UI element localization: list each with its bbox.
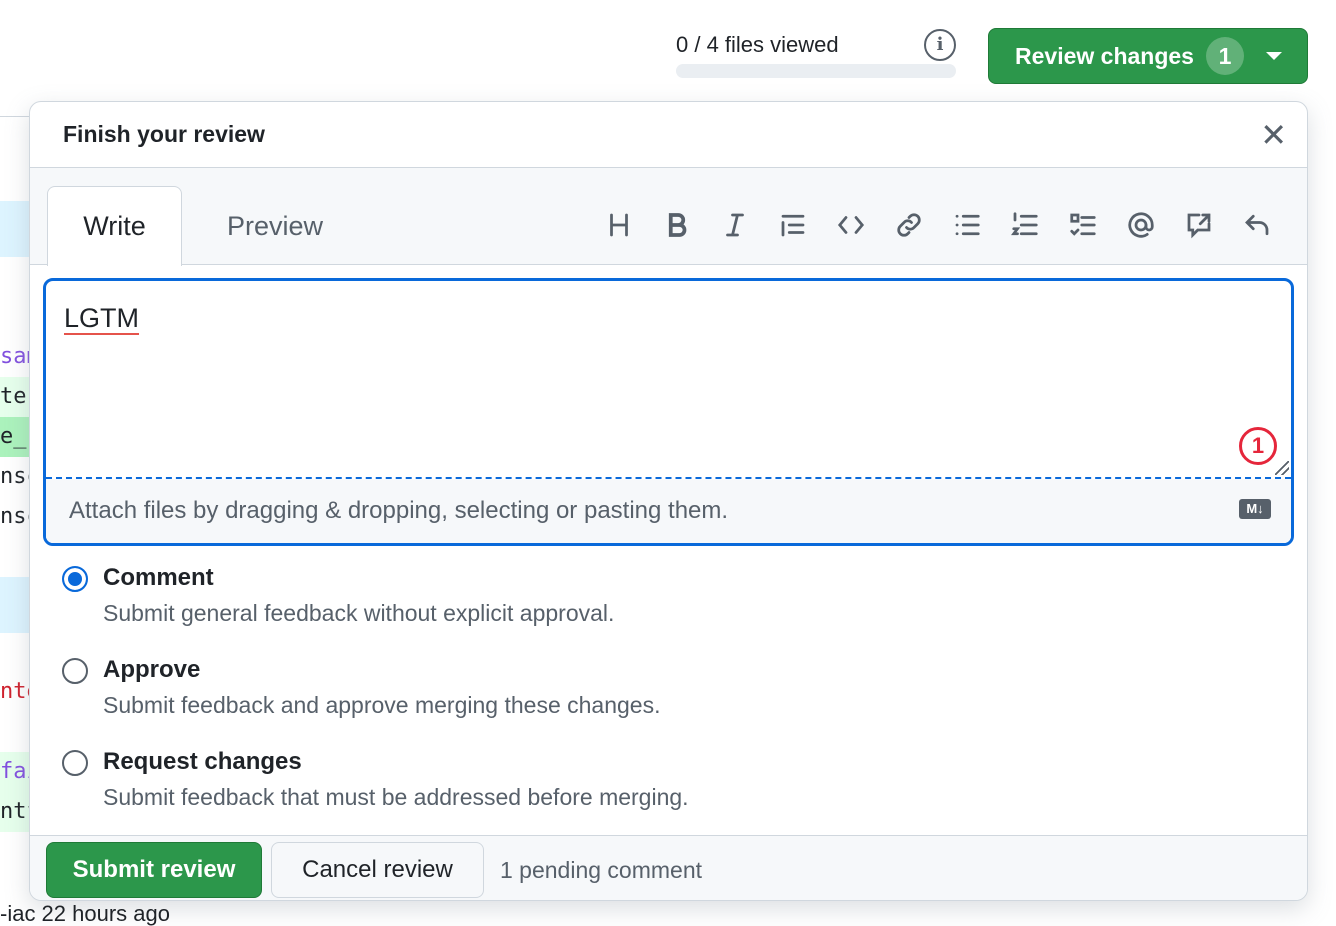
italic-icon[interactable]: [706, 204, 764, 246]
dialog-footer: Submit review Cancel review 1 pending co…: [30, 835, 1307, 900]
option-description: Submit feedback that must be addressed b…: [103, 784, 689, 810]
heading-icon[interactable]: [590, 204, 648, 246]
option-label: Request changes: [103, 748, 302, 775]
annotation-marker: 1: [1239, 427, 1277, 465]
progress-bar: [676, 64, 956, 78]
option-description: Submit feedback and approve merging thes…: [103, 692, 661, 718]
tab-preview[interactable]: Preview: [200, 186, 350, 266]
code-icon[interactable]: [822, 204, 880, 246]
review-changes-button[interactable]: Review changes 1: [988, 28, 1308, 84]
background-commit-text: -iac 22 hours ago: [0, 901, 170, 926]
finish-review-dialog: Finish your review ✕ Write Preview LGTM …: [29, 101, 1308, 901]
option-label: Comment: [103, 564, 214, 591]
option-request-changes[interactable]: Request changes Submit feedback that must…: [62, 748, 689, 811]
attach-hint: Attach files by dragging & dropping, sel…: [69, 497, 729, 524]
radio-approve[interactable]: [62, 658, 88, 684]
option-approve[interactable]: Approve Submit feedback and approve mergi…: [62, 656, 660, 719]
caret-down-icon: [1265, 52, 1282, 60]
task-list-icon[interactable]: [1054, 204, 1112, 246]
quote-icon[interactable]: [764, 204, 822, 246]
cancel-review-button[interactable]: Cancel review: [271, 842, 484, 898]
review-count-badge: 1: [1205, 37, 1244, 75]
info-icon[interactable]: i: [924, 29, 956, 61]
markdown-toolbar: [590, 204, 1286, 246]
option-comment[interactable]: Comment Submit general feedback without e…: [62, 564, 614, 627]
close-icon[interactable]: ✕: [1260, 119, 1287, 151]
comment-text: LGTM: [64, 303, 140, 333]
comment-textarea[interactable]: LGTM 1: [46, 281, 1291, 479]
mention-icon[interactable]: [1112, 204, 1170, 246]
resize-handle[interactable]: [1275, 461, 1289, 475]
option-description: Submit general feedback without explicit…: [103, 600, 615, 626]
bold-icon[interactable]: [648, 204, 706, 246]
markdown-icon: M↓: [1239, 499, 1271, 519]
undo-icon[interactable]: [1228, 204, 1286, 246]
unordered-list-icon[interactable]: [938, 204, 996, 246]
reference-icon[interactable]: [1170, 204, 1228, 246]
radio-request-changes[interactable]: [62, 750, 88, 776]
comment-editor[interactable]: LGTM 1 Attach files by dragging & droppi…: [43, 278, 1294, 546]
link-icon[interactable]: [880, 204, 938, 246]
attach-files-area[interactable]: Attach files by dragging & dropping, sel…: [46, 479, 1291, 543]
pending-comment-count: 1 pending comment: [500, 857, 703, 883]
ordered-list-icon[interactable]: [996, 204, 1054, 246]
files-viewed-label: 0 / 4 files viewed: [676, 32, 839, 57]
option-label: Approve: [103, 656, 201, 683]
review-changes-label: Review changes: [1015, 42, 1194, 69]
submit-review-button[interactable]: Submit review: [46, 842, 262, 898]
dialog-title: Finish your review: [63, 121, 265, 147]
tab-write[interactable]: Write: [47, 186, 182, 266]
files-viewed-progress: 0 / 4 files viewed: [676, 32, 956, 78]
editor-tabs: Write Preview: [30, 168, 1307, 266]
radio-comment[interactable]: [62, 566, 88, 592]
